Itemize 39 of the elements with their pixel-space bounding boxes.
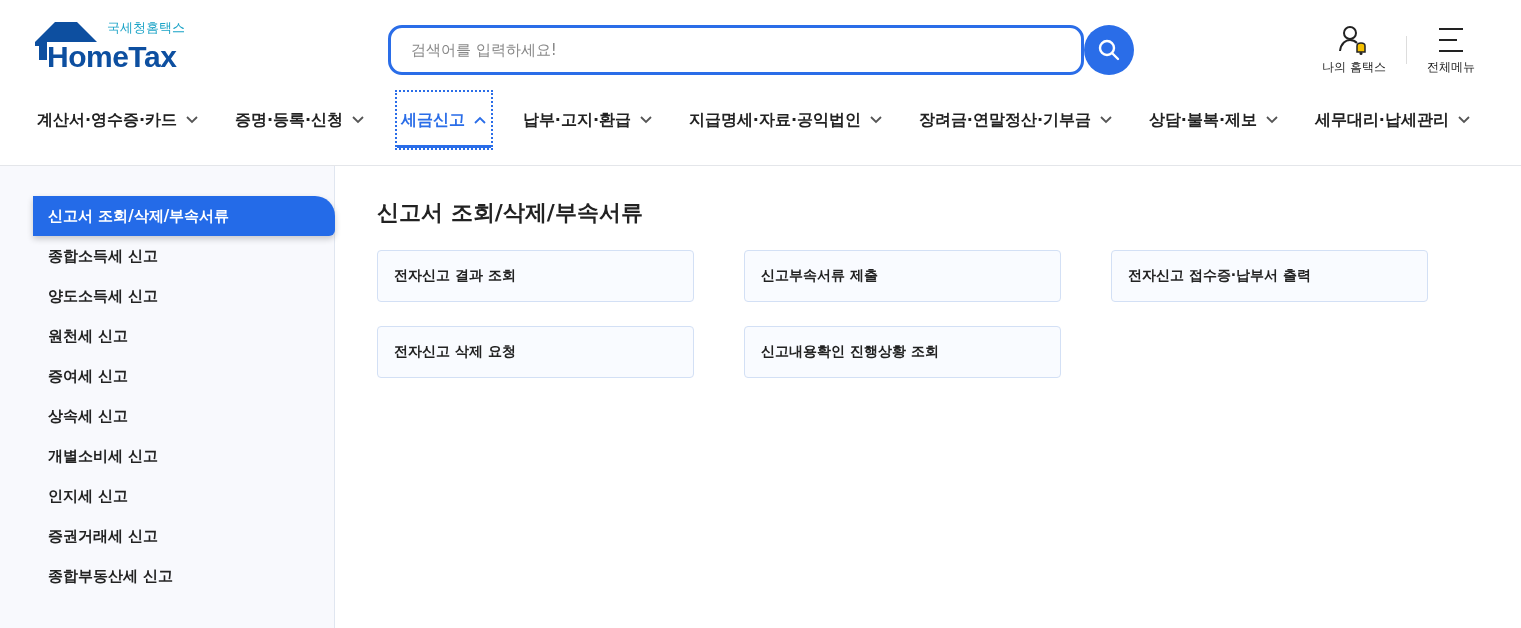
chevron-down-icon — [1099, 115, 1113, 125]
menu-card[interactable]: 전자신고 삭제 요청 — [377, 326, 694, 378]
sidebar-item[interactable]: 증여세 신고 — [33, 356, 334, 396]
sidebar-item[interactable]: 종합소득세 신고 — [33, 236, 334, 276]
sidebar-item[interactable]: 양도소득세 신고 — [33, 276, 334, 316]
nav-tab[interactable]: 세금신고 — [397, 92, 491, 148]
nav-tab[interactable]: 지급명세·자료·공익법인 — [684, 92, 887, 148]
chevron-down-icon — [869, 115, 883, 125]
chevron-down-icon — [1456, 115, 1471, 125]
chevron-down-icon — [351, 115, 366, 125]
sidebar-item[interactable]: 인지세 신고 — [33, 476, 334, 516]
nav-tab[interactable]: 계산서·영수증·카드 — [33, 92, 204, 148]
chevron-down-icon — [639, 115, 653, 125]
logo-subtitle: 국세청홈택스 — [107, 19, 185, 37]
sidebar-item[interactable]: 상속세 신고 — [33, 396, 334, 436]
chevron-up-icon — [473, 115, 487, 125]
section-title: 신고서 조회/삭제/부속서류 — [377, 199, 644, 227]
search-field[interactable]: 검색어를 입력하세요! — [388, 25, 1084, 75]
sidebar-item[interactable]: 개별소비세 신고 — [33, 436, 334, 476]
sidebar-item[interactable]: 원천세 신고 — [33, 316, 334, 356]
menu-card[interactable]: 신고내용확인 진행상황 조회 — [744, 326, 1061, 378]
nav-tab[interactable]: 세무대리·납세관리 — [1310, 92, 1475, 148]
sidebar-item[interactable]: 종합부동산세 신고 — [33, 556, 334, 596]
all-menu-button[interactable]: 전체메뉴 — [1427, 24, 1475, 76]
chevron-down-icon — [185, 115, 200, 125]
sidebar-item[interactable]: 신고서 조회/삭제/부속서류 — [33, 196, 335, 236]
chevron-down-icon — [1265, 115, 1279, 125]
menu-card[interactable]: 신고부속서류 제출 — [744, 250, 1061, 302]
menu-card[interactable]: 전자신고 결과 조회 — [377, 250, 694, 302]
nav-tab[interactable]: 증명·등록·신청 — [231, 92, 370, 148]
search-button[interactable] — [1084, 25, 1134, 75]
nav-tab[interactable]: 장려금·연말정산·기부금 — [914, 92, 1117, 148]
menu-card[interactable]: 전자신고 접수증·납부서 출력 — [1111, 250, 1428, 302]
search-icon — [1097, 38, 1121, 62]
sidebar-item[interactable]: 증권거래세 신고 — [33, 516, 334, 556]
nav-tab[interactable]: 납부·고지·환급 — [518, 92, 657, 148]
my-hometax-button[interactable]: 나의 홈택스 — [1322, 24, 1386, 76]
nav-tab[interactable]: 상담·불복·제보 — [1144, 92, 1283, 148]
logo-title[interactable]: HomeTax — [47, 40, 177, 74]
